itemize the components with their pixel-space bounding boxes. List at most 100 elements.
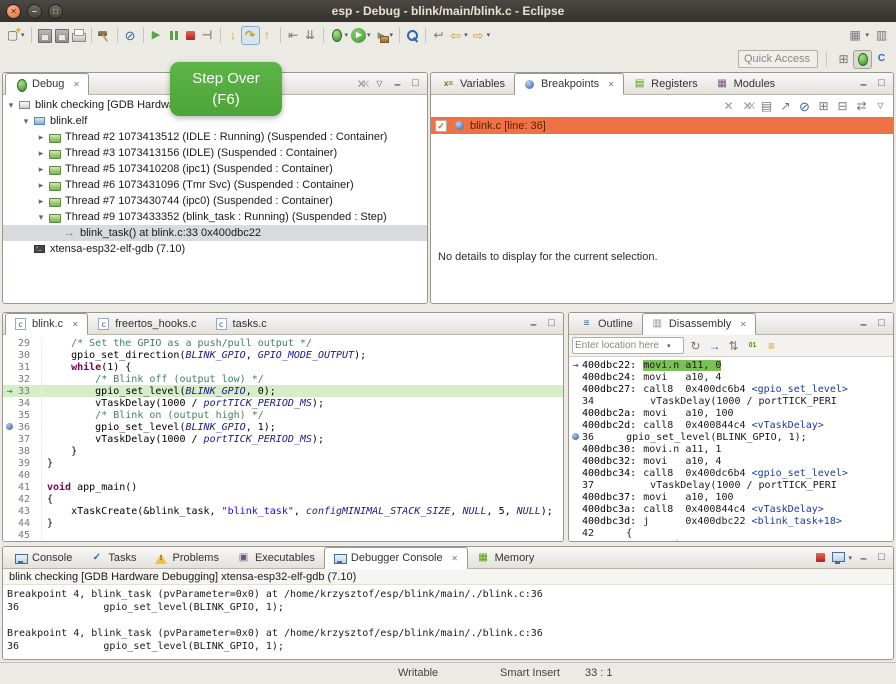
disassembly-line[interactable]: 36 gpio_set_level(BLINK_GPIO, 1); — [569, 431, 893, 443]
breakpoint-item[interactable]: ✓blink.c [line: 36] — [431, 117, 893, 134]
debug-tree-item[interactable]: xtensa-esp32-elf-gdb (7.10) — [3, 241, 427, 257]
maximize-icon[interactable] — [407, 75, 424, 92]
code-line[interactable]: 29 /* Set the GPIO as a push/pull output… — [3, 337, 563, 349]
code-line[interactable]: 44} — [3, 517, 563, 529]
tab-problems[interactable]: Problems — [145, 547, 227, 568]
minimize-icon[interactable] — [855, 315, 872, 332]
code-line[interactable]: 32 /* Blink off (output low) */ — [3, 373, 563, 385]
sync-icon[interactable] — [725, 337, 742, 354]
remove-all-icon[interactable] — [353, 75, 370, 92]
disassembly-line[interactable]: 400dbc27:call8 0x400dc6b4 <gpio_set_leve… — [569, 383, 893, 395]
debug-tree-item[interactable]: ▸Thread #3 1073413156 (IDLE) (Suspended … — [3, 145, 427, 161]
expanded-arrow-icon[interactable]: ▾ — [35, 212, 47, 223]
new-wizard-icon[interactable] — [4, 27, 21, 44]
disassembly-line[interactable]: 400dbc34:call8 0x400dc6b4 <gpio_set_leve… — [569, 467, 893, 479]
line-number[interactable]: 33 — [16, 386, 42, 397]
code-line[interactable]: 40 — [3, 469, 563, 481]
tab-modules[interactable]: Modules — [707, 73, 785, 94]
view-menu-icon[interactable] — [872, 98, 889, 115]
line-number[interactable]: 31 — [16, 362, 42, 373]
tab-registers[interactable]: Registers — [624, 73, 706, 94]
code-line[interactable]: 41void app_main() — [3, 481, 563, 493]
debug-tree[interactable]: ▾blink checking [GDB Hardware Debugging]… — [3, 95, 427, 303]
close-icon[interactable]: ✕ — [450, 554, 460, 563]
quick-access-input[interactable] — [738, 50, 818, 68]
dropdown-arrow-icon[interactable]: ▾ — [367, 31, 371, 39]
disassembly-line[interactable]: 37 vTaskDelay(1000 / portTICK_PERI — [569, 479, 893, 491]
line-number[interactable]: 44 — [16, 518, 42, 529]
line-number[interactable]: 41 — [16, 482, 42, 493]
show-pc-icon[interactable] — [706, 337, 723, 354]
disassembly-content[interactable]: →400dbc22:movi.n a11, 0400dbc24:movi a10… — [569, 357, 893, 541]
debug-tree-item[interactable]: blink_task() at blink.c:33 0x400dbc22 — [3, 225, 427, 241]
dropdown-arrow-icon[interactable]: ▾ — [390, 31, 394, 39]
step-return-icon[interactable] — [259, 27, 276, 44]
close-icon[interactable]: ✕ — [71, 80, 81, 89]
debug-tree-item[interactable]: ▸Thread #6 1073431096 (Tmr Svc) (Suspend… — [3, 177, 427, 193]
print-icon[interactable] — [70, 27, 87, 44]
collapsed-arrow-icon[interactable]: ▸ — [35, 180, 47, 191]
disassembly-line[interactable]: 400dbc30:movi.n a11, 1 — [569, 443, 893, 455]
debug-perspective-icon[interactable] — [854, 51, 871, 68]
line-number[interactable]: 36 — [16, 422, 42, 433]
collapsed-arrow-icon[interactable]: ▸ — [35, 164, 47, 175]
window-close-button[interactable] — [6, 4, 21, 19]
collapsed-arrow-icon[interactable]: ▸ — [35, 132, 47, 143]
line-number[interactable]: 37 — [16, 434, 42, 445]
line-number[interactable]: 35 — [16, 410, 42, 421]
close-icon[interactable]: ✕ — [70, 320, 80, 329]
disassembly-line[interactable]: 400dbc37:movi a10, 100 — [569, 491, 893, 503]
line-number[interactable]: 43 — [16, 506, 42, 517]
remove-breakpoint-icon[interactable] — [720, 98, 737, 115]
code-line[interactable]: 42{ — [3, 493, 563, 505]
location-input[interactable] — [575, 340, 667, 351]
cpp-perspective-icon[interactable] — [873, 51, 890, 68]
console-display-icon[interactable] — [830, 549, 847, 566]
line-number[interactable]: 38 — [16, 446, 42, 457]
maximize-icon[interactable] — [873, 75, 890, 92]
disassembly-line[interactable]: 400dbc24:movi a10, 4 — [569, 371, 893, 383]
debug-tree-item[interactable]: ▾Thread #9 1073433352 (blink_task : Runn… — [3, 209, 427, 225]
collapsed-arrow-icon[interactable]: ▸ — [35, 196, 47, 207]
debug-tree-item[interactable]: ▸Thread #5 1073410208 (ipc1) (Suspended … — [3, 161, 427, 177]
tab-blink-c[interactable]: blink.c✕ — [5, 313, 88, 334]
search-icon[interactable] — [404, 27, 421, 44]
drop-to-frame-icon[interactable] — [285, 27, 302, 44]
debug-tree-item[interactable]: ▸Thread #2 1073413512 (IDLE : Running) (… — [3, 129, 427, 145]
code-line[interactable]: 45 — [3, 529, 563, 541]
tab-tasks[interactable]: Tasks — [81, 547, 145, 568]
opcodes-icon[interactable] — [744, 337, 761, 354]
code-line[interactable]: 31 while(1) { — [3, 361, 563, 373]
minimize-icon[interactable] — [855, 75, 872, 92]
terminate-icon[interactable] — [182, 27, 199, 44]
minimize-icon[interactable] — [389, 75, 406, 92]
disassembly-line[interactable]: →400dbc22:movi.n a11, 0 — [569, 359, 893, 371]
location-combo[interactable]: ▾ — [572, 337, 684, 354]
debug-tree-item[interactable]: ▸Thread #7 1073430744 (ipc0) (Suspended … — [3, 193, 427, 209]
back-icon[interactable] — [447, 27, 464, 44]
minimize-icon[interactable] — [525, 315, 542, 332]
disconnect-icon[interactable] — [199, 27, 216, 44]
terminate-icon[interactable] — [812, 549, 829, 566]
line-number[interactable]: 32 — [16, 374, 42, 385]
show-breakpoints-supported-icon[interactable] — [758, 98, 775, 115]
external-tools-icon[interactable] — [373, 27, 390, 44]
titlebar[interactable]: esp - Debug - blink/main/blink.c - Eclip… — [0, 0, 896, 22]
disassembly-line[interactable]: 400dbc3d:j 0x400dbc22 <blink_task+18> — [569, 515, 893, 527]
console-output[interactable]: Breakpoint 4, blink_task (pvParameter=0x… — [3, 585, 893, 659]
disassembly-line[interactable]: 400dbc2d:call8 0x400844c4 <vTaskDelay> — [569, 419, 893, 431]
close-icon[interactable]: ✕ — [738, 320, 748, 329]
dropdown-arrow-icon[interactable]: ▾ — [865, 31, 869, 39]
link-with-debug-icon[interactable] — [853, 98, 870, 115]
line-number[interactable]: 40 — [16, 470, 42, 481]
code-line[interactable]: 38 } — [3, 445, 563, 457]
resume-icon[interactable] — [148, 27, 165, 44]
last-edit-location-icon[interactable] — [430, 27, 447, 44]
editor-content[interactable]: 29 /* Set the GPIO as a push/pull output… — [3, 335, 563, 541]
window-layout-icon[interactable] — [846, 27, 863, 44]
debug-icon[interactable] — [328, 27, 345, 44]
remove-all-breakpoints-icon[interactable] — [739, 98, 756, 115]
window-maximize-button[interactable] — [48, 4, 63, 19]
tab-freertos-hooks-c[interactable]: freertos_hooks.c — [88, 313, 205, 334]
line-number[interactable]: 34 — [16, 398, 42, 409]
